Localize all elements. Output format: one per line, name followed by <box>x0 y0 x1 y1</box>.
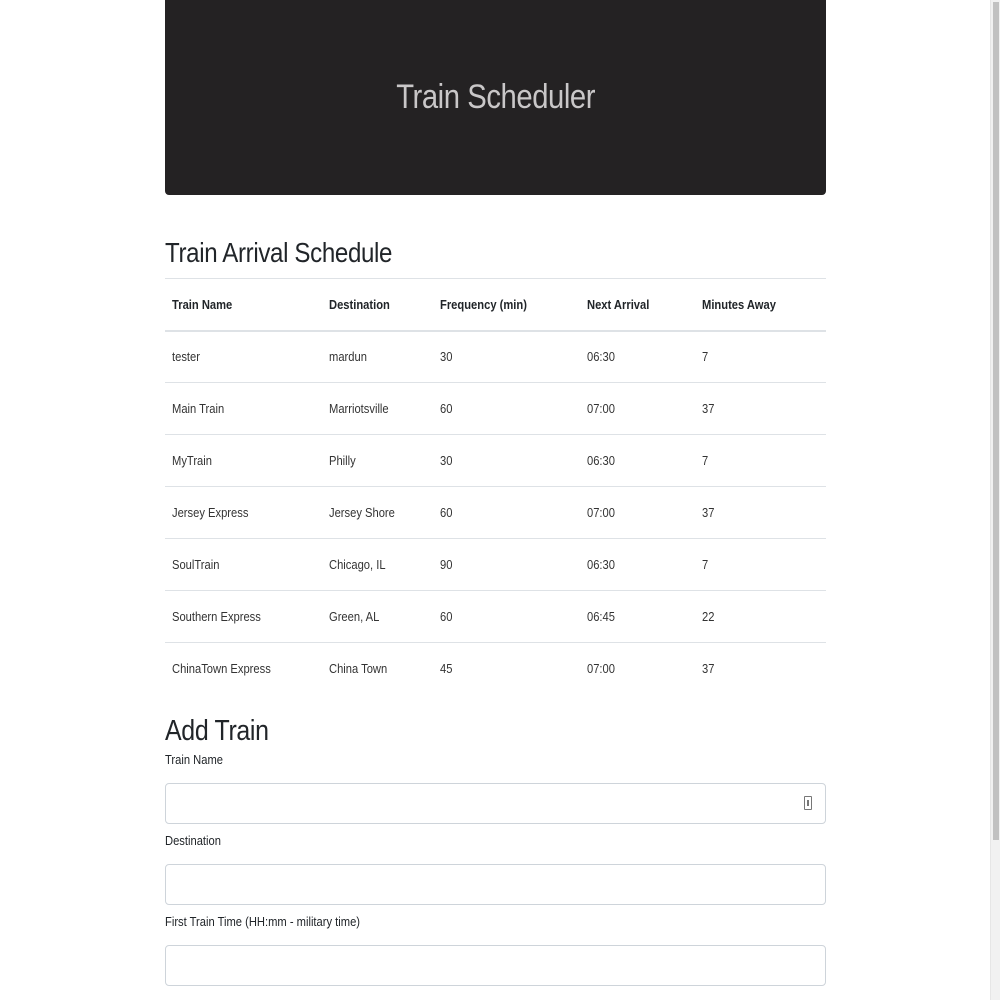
cell-minutes-away: 7 <box>695 538 826 591</box>
scrollbar-thumb[interactable] <box>993 2 999 840</box>
cell-train-name: ChinaTown Express <box>172 661 271 677</box>
train-name-wrap <box>165 782 826 824</box>
destination-label: Destination <box>165 832 221 848</box>
main-container: Train Scheduler Train Arrival Schedule T… <box>165 0 826 996</box>
destination-group: Destination <box>165 832 826 905</box>
cell-frequency: 45 <box>440 661 453 677</box>
cell-train-name: Jersey Express <box>165 486 322 539</box>
table-row: MyTrain Philly 30 06:30 7 <box>165 434 826 487</box>
table-row: ChinaTown Express China Town 45 07:00 37 <box>165 643 826 695</box>
column-header-destination: Destination <box>329 296 390 312</box>
schedule-table-header: Train Name Destination Frequency (min) N… <box>165 278 826 331</box>
cell-destination: Marriotsville <box>322 382 433 435</box>
train-name-label: Train Name <box>165 751 223 767</box>
cell-destination: China Town <box>329 661 388 677</box>
table-row: SoulTrain Chicago, IL 90 06:30 7 <box>165 538 826 591</box>
cell-train-name: SoulTrain <box>165 538 322 591</box>
cell-next-arrival: 07:00 <box>580 382 695 435</box>
cell-frequency: 60 <box>433 486 580 539</box>
add-train-title: Add Train <box>165 714 269 747</box>
table-row: tester mardun 30 06:30 7 <box>165 330 826 383</box>
cell-destination: mardun <box>322 330 433 383</box>
table-row: Main Train Marriotsville 60 07:00 37 <box>165 382 826 435</box>
cell-train-name: MyTrain <box>165 434 322 487</box>
table-row: Southern Express Green, AL 60 06:45 22 <box>165 590 826 643</box>
cell-frequency: 30 <box>433 330 580 383</box>
cell-next-arrival: 07:00 <box>580 486 695 539</box>
cell-minutes-away: 7 <box>695 434 826 487</box>
cell-next-arrival: 06:30 <box>580 434 695 487</box>
cell-destination: Chicago, IL <box>322 538 433 591</box>
cell-next-arrival: 07:00 <box>587 661 615 677</box>
cell-minutes-away: 37 <box>702 661 715 677</box>
cell-train-name: Southern Express <box>165 590 322 643</box>
cell-next-arrival: 06:45 <box>580 590 695 643</box>
first-train-group: First Train Time (HH:mm - military time) <box>165 913 826 986</box>
cell-destination: Jersey Shore <box>322 486 433 539</box>
cell-frequency: 60 <box>433 382 580 435</box>
header-banner: Train Scheduler <box>165 0 826 195</box>
destination-input[interactable] <box>165 863 826 905</box>
cell-next-arrival: 06:30 <box>580 538 695 591</box>
cell-minutes-away: 37 <box>695 486 826 539</box>
schedule-title: Train Arrival Schedule <box>165 237 393 268</box>
schedule-table-body: tester mardun 30 06:30 7 Main Train Marr… <box>165 330 826 695</box>
page-title: Train Scheduler <box>396 78 595 116</box>
train-name-group: Train Name <box>165 751 826 824</box>
cell-train-name: Main Train <box>165 382 322 435</box>
table-row: Jersey Express Jersey Shore 60 07:00 37 <box>165 486 826 539</box>
cell-next-arrival: 06:30 <box>580 330 695 383</box>
cell-frequency: 60 <box>433 590 580 643</box>
destination-wrap <box>165 863 826 905</box>
train-name-input[interactable] <box>165 782 826 824</box>
add-train-form: Train Name Destination First Train Time … <box>165 751 826 986</box>
header-row: Train Name Destination Frequency (min) N… <box>165 278 826 331</box>
page: Train Scheduler Train Arrival Schedule T… <box>0 0 1000 1000</box>
cell-minutes-away: 7 <box>695 330 826 383</box>
first-train-time-input[interactable] <box>165 944 826 986</box>
cell-destination: Philly <box>322 434 433 487</box>
first-train-wrap <box>165 944 826 986</box>
cell-minutes-away: 22 <box>695 590 826 643</box>
vertical-scrollbar[interactable] <box>990 0 1000 1000</box>
column-header-frequency: Frequency (min) <box>440 296 527 312</box>
cell-minutes-away: 37 <box>695 382 826 435</box>
cell-destination: Green, AL <box>322 590 433 643</box>
first-train-time-label: First Train Time (HH:mm - military time) <box>165 913 361 929</box>
cell-train-name: tester <box>165 330 322 383</box>
cell-frequency: 30 <box>433 434 580 487</box>
cell-frequency: 90 <box>433 538 580 591</box>
column-header-train-name: Train Name <box>172 296 233 312</box>
schedule-table: Train Name Destination Frequency (min) N… <box>165 278 826 695</box>
column-header-next-arrival: Next Arrival <box>587 296 650 312</box>
column-header-minutes-away: Minutes Away <box>702 296 776 312</box>
